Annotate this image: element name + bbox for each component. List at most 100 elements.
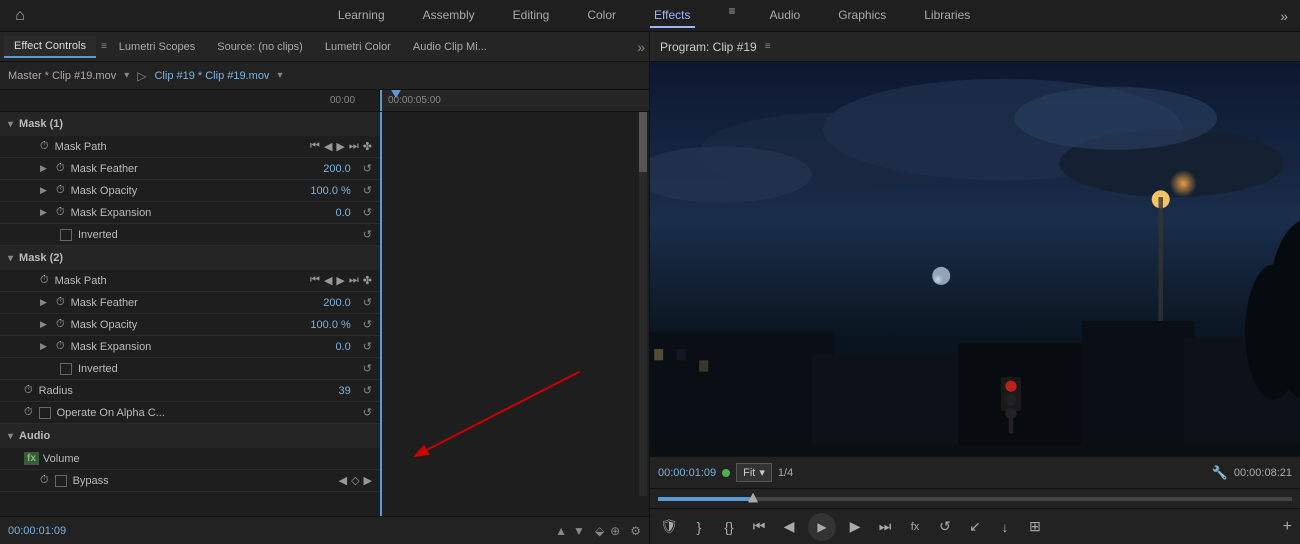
go-to-in-icon[interactable]: ⏮ bbox=[748, 518, 770, 535]
tab-source[interactable]: Source: (no clips) bbox=[207, 37, 313, 57]
mask1-path-add-icon[interactable]: ✤ bbox=[363, 140, 372, 153]
play-button[interactable]: ▶ bbox=[808, 513, 836, 541]
playback-bar[interactable] bbox=[650, 488, 1300, 508]
tab-lumetri-color[interactable]: Lumetri Color bbox=[315, 37, 401, 57]
mask2-path-add-icon[interactable]: ✤ bbox=[363, 274, 372, 287]
fit-dropdown[interactable]: Fit ▾ bbox=[736, 463, 772, 482]
bypass-add-kf-icon[interactable]: ◇ bbox=[351, 474, 359, 487]
go-to-out-icon[interactable]: ⏭ bbox=[874, 518, 896, 535]
mark-out-icon[interactable]: } bbox=[688, 519, 710, 535]
mask1-expansion-expand-icon[interactable]: ▶ bbox=[40, 207, 52, 218]
effects-menu-icon[interactable]: ≡ bbox=[729, 4, 736, 28]
more-button[interactable]: » bbox=[1268, 8, 1300, 24]
mask2-path-keyframe-first-icon[interactable]: ⏮ bbox=[310, 274, 320, 287]
nav-learning[interactable]: Learning bbox=[334, 4, 389, 28]
mask2-expansion-expand-icon[interactable]: ▶ bbox=[40, 341, 52, 352]
mask1-path-prev-icon[interactable]: ◀ bbox=[324, 140, 332, 153]
nav-libraries[interactable]: Libraries bbox=[920, 4, 974, 28]
wrench-icon[interactable]: 🔧 bbox=[1212, 465, 1228, 481]
mask2-inverted-checkbox[interactable] bbox=[60, 363, 72, 375]
mask2-path-stopwatch-icon[interactable]: ⏱ bbox=[40, 274, 49, 287]
bottom-settings-icon[interactable]: ⚙ bbox=[630, 524, 641, 538]
nav-graphics[interactable]: Graphics bbox=[834, 4, 890, 28]
operate-alpha-checkbox[interactable] bbox=[39, 407, 51, 419]
fx-icon[interactable]: fx bbox=[904, 521, 926, 533]
timeline-scrollbar[interactable] bbox=[639, 112, 647, 496]
nav-assembly[interactable]: Assembly bbox=[419, 4, 479, 28]
timeline-scrollbar-thumb[interactable] bbox=[639, 112, 647, 172]
mask1-path-stopwatch-icon[interactable]: ⏱ bbox=[40, 140, 49, 153]
bypass-next-icon[interactable]: ▶ bbox=[364, 474, 372, 487]
mask1-expansion-reset-icon[interactable]: ↺ bbox=[363, 206, 372, 219]
mask2-opacity-reset-icon[interactable]: ↺ bbox=[363, 318, 372, 331]
master-clip-dropdown[interactable]: ▾ bbox=[124, 70, 129, 81]
mask1-expansion-value[interactable]: 0.0 bbox=[335, 207, 350, 219]
add-button-icon[interactable]: + bbox=[1283, 518, 1292, 536]
mask2-path-next-icon[interactable]: ⏭ bbox=[349, 274, 359, 287]
bottom-scroll-down-icon[interactable]: ▼ bbox=[573, 524, 585, 538]
mask2-feather-value[interactable]: 200.0 bbox=[323, 297, 351, 309]
mask2-opacity-value[interactable]: 100.0 % bbox=[310, 319, 350, 331]
bottom-scroll-up-icon[interactable]: ▲ bbox=[555, 524, 567, 538]
insert-icon[interactable]: ↙ bbox=[964, 518, 986, 535]
mask1-feather-reset-icon[interactable]: ↺ bbox=[363, 162, 372, 175]
mask2-opacity-expand-icon[interactable]: ▶ bbox=[40, 319, 52, 330]
time-markers[interactable]: 00:00:05:00 bbox=[380, 90, 649, 111]
active-clip-dropdown[interactable]: ▾ bbox=[277, 70, 282, 81]
radius-stopwatch-icon[interactable]: ⏱ bbox=[24, 384, 33, 397]
step-fwd-icon[interactable]: ▶ bbox=[844, 518, 866, 535]
overwrite-icon[interactable]: ↓ bbox=[994, 519, 1016, 535]
mark-clip-icon[interactable]: {} bbox=[718, 519, 740, 535]
mask2-feather-stopwatch-icon[interactable]: ⏱ bbox=[56, 296, 65, 309]
mask1-opacity-reset-icon[interactable]: ↺ bbox=[363, 184, 372, 197]
tab-audio-clip[interactable]: Audio Clip Mi... bbox=[403, 37, 497, 57]
mask2-section[interactable]: ▾ Mask (2) bbox=[0, 246, 380, 270]
progress-track[interactable] bbox=[658, 497, 1292, 501]
nav-color[interactable]: Color bbox=[583, 4, 620, 28]
bypass-stopwatch-icon[interactable]: ⏱ bbox=[40, 474, 49, 487]
bottom-add-keyframe-icon[interactable]: ⬙ bbox=[595, 524, 604, 538]
step-back-icon[interactable]: ◀ bbox=[778, 518, 800, 535]
audio-section[interactable]: ▾ Audio bbox=[0, 424, 380, 448]
mask2-expansion-value[interactable]: 0.0 bbox=[335, 341, 350, 353]
mask2-path-play-icon[interactable]: ▶ bbox=[336, 274, 344, 287]
mask1-path-next-icon[interactable]: ⏭ bbox=[349, 140, 359, 153]
tab-lumetri-scopes[interactable]: Lumetri Scopes bbox=[109, 37, 205, 57]
export-icon[interactable]: ⊞ bbox=[1024, 518, 1046, 535]
mask2-expansion-reset-icon[interactable]: ↺ bbox=[363, 340, 372, 353]
loop-icon[interactable]: ↺ bbox=[934, 518, 956, 535]
nav-effects[interactable]: Effects bbox=[650, 4, 694, 28]
mask1-expansion-stopwatch-icon[interactable]: ⏱ bbox=[56, 206, 65, 219]
mask1-feather-expand-icon[interactable]: ▶ bbox=[40, 163, 52, 174]
nav-editing[interactable]: Editing bbox=[509, 4, 554, 28]
mask1-section[interactable]: ▾ Mask (1) bbox=[0, 112, 380, 136]
mask2-path-prev-icon[interactable]: ◀ bbox=[324, 274, 332, 287]
mask1-opacity-expand-icon[interactable]: ▶ bbox=[40, 185, 52, 196]
mask1-inverted-reset-icon[interactable]: ↺ bbox=[363, 228, 372, 241]
operate-alpha-stopwatch-icon[interactable]: ⏱ bbox=[24, 406, 33, 419]
mask2-inverted-reset-icon[interactable]: ↺ bbox=[363, 362, 372, 375]
effect-controls-menu-icon[interactable]: ≡ bbox=[101, 41, 107, 52]
mask1-path-keyframe-first-icon[interactable]: ⏮ bbox=[310, 140, 320, 153]
mask1-feather-stopwatch-icon[interactable]: ⏱ bbox=[56, 162, 65, 175]
mask1-feather-value[interactable]: 200.0 bbox=[323, 163, 351, 175]
home-icon[interactable]: ⌂ bbox=[0, 7, 40, 25]
mask1-opacity-stopwatch-icon[interactable]: ⏱ bbox=[56, 184, 65, 197]
mask1-path-play-icon[interactable]: ▶ bbox=[336, 140, 344, 153]
operate-alpha-reset-icon[interactable]: ↺ bbox=[363, 406, 372, 419]
mask2-feather-reset-icon[interactable]: ↺ bbox=[363, 296, 372, 309]
mask2-expansion-stopwatch-icon[interactable]: ⏱ bbox=[56, 340, 65, 353]
bypass-checkbox[interactable] bbox=[55, 475, 67, 487]
bottom-export-icon[interactable]: ⊕ bbox=[610, 524, 620, 538]
bypass-prev-icon[interactable]: ◀ bbox=[339, 474, 347, 487]
tabs-more-icon[interactable]: » bbox=[637, 39, 645, 55]
mask1-inverted-checkbox[interactable] bbox=[60, 229, 72, 241]
radius-reset-icon[interactable]: ↺ bbox=[363, 384, 372, 397]
program-menu-icon[interactable]: ≡ bbox=[765, 41, 771, 52]
mask2-feather-expand-icon[interactable]: ▶ bbox=[40, 297, 52, 308]
mask2-opacity-stopwatch-icon[interactable]: ⏱ bbox=[56, 318, 65, 331]
mark-in-icon[interactable]: 🛡 bbox=[658, 518, 680, 535]
radius-value[interactable]: 39 bbox=[339, 385, 351, 397]
mask1-opacity-value[interactable]: 100.0 % bbox=[310, 185, 350, 197]
tab-effect-controls[interactable]: Effect Controls bbox=[4, 36, 96, 58]
